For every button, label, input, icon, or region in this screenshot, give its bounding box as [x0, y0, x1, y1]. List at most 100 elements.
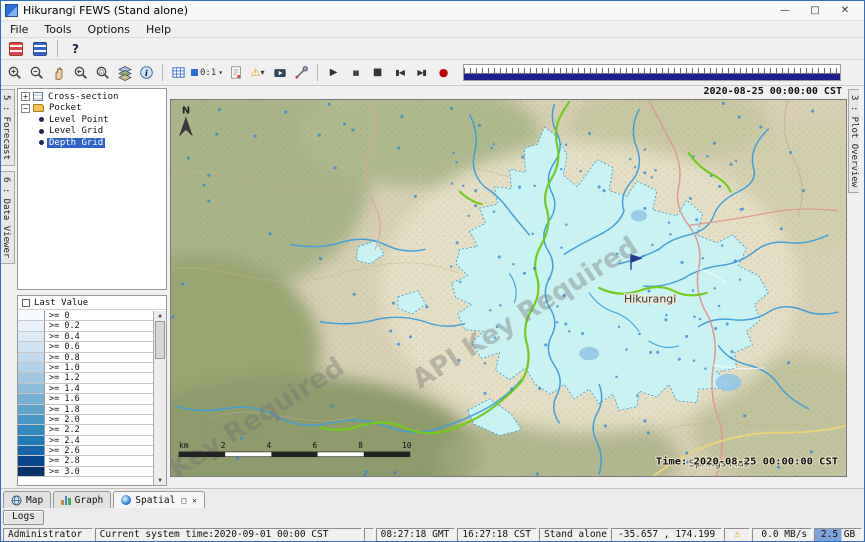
legend-label: >= 1.4 [45, 384, 80, 393]
svg-text:i: i [145, 68, 148, 78]
legend-row: >= 1.4 [18, 384, 153, 394]
layers-icon[interactable] [114, 63, 135, 83]
legend-row: >= 2.0 [18, 415, 153, 425]
legend-label: >= 1.2 [45, 373, 80, 382]
report-icon[interactable] [225, 63, 246, 83]
north-label: N [182, 106, 190, 117]
cross-section-icon [33, 92, 43, 101]
menu-options[interactable]: Options [88, 23, 130, 36]
scroll-up-icon[interactable]: ▲ [158, 311, 162, 320]
play-button[interactable]: ▶ [323, 63, 344, 83]
scroll-down-icon[interactable]: ▼ [158, 476, 162, 485]
timestep-selector[interactable]: 0:1 ▾ [190, 63, 224, 83]
legend-swatch [18, 425, 45, 434]
scale-tick: 6 [312, 441, 317, 450]
legend-swatch [18, 363, 45, 372]
database-icon[interactable] [29, 39, 50, 59]
zoom-out-icon[interactable] [26, 63, 47, 83]
scroll-track[interactable] [154, 320, 166, 476]
timeline-bar [464, 73, 840, 80]
tree-item-label: Depth Grid [47, 138, 105, 148]
scroll-thumb[interactable] [155, 321, 165, 359]
timestep-value: 0:1 [200, 68, 216, 78]
town-label: Hikurangi [624, 293, 676, 306]
last-timestep-button[interactable]: ▶▮ [411, 63, 432, 83]
legend-scrollbar[interactable]: ▲ ▼ [153, 311, 166, 485]
legend-row: >= 0.8 [18, 353, 153, 363]
legend-row: >= 2.4 [18, 436, 153, 446]
tab-forecast[interactable]: 5 : Forecast [1, 89, 15, 166]
tab-plot-overview[interactable]: 3 : Plot Overview [848, 89, 859, 193]
current-datetime: 2020-08-25 00:00:00 CST [704, 86, 842, 97]
tab-graph[interactable]: Graph [53, 491, 111, 508]
layer-dot-icon [39, 117, 44, 122]
logs-button[interactable]: Logs [3, 510, 44, 525]
legend-label: >= 2.4 [45, 436, 80, 445]
menu-tools[interactable]: Tools [44, 23, 71, 36]
layer-dot-icon [39, 140, 44, 145]
legend-header: Last Value [18, 296, 166, 310]
stop-button[interactable]: ■ [367, 63, 388, 83]
close-panel-icon[interactable]: ✕ [190, 496, 197, 505]
tab-data-viewer[interactable]: 6 : Data Viewer [1, 171, 15, 264]
status-warning-icon[interactable]: ⚠ [724, 528, 750, 542]
status-bar: Administrator Current system time:2020-0… [1, 527, 864, 542]
info-icon[interactable]: i [136, 63, 157, 83]
expand-icon[interactable]: + [21, 92, 30, 101]
first-timestep-button[interactable]: ▮◀ [389, 63, 410, 83]
warnings-dropdown[interactable]: ⚠ ▾ [247, 63, 268, 83]
timestep-icon [191, 69, 198, 76]
profile-tool-icon[interactable] [291, 63, 312, 83]
help-button[interactable]: ? [65, 39, 86, 59]
grid-display-icon[interactable] [168, 63, 189, 83]
globe-icon [11, 495, 22, 506]
tree-item-level-grid[interactable]: Level Grid [18, 126, 166, 138]
timeline-slider[interactable] [463, 64, 841, 81]
tab-spatial[interactable]: Spatial □ ✕ [113, 491, 205, 508]
tab-map[interactable]: Map [3, 491, 51, 508]
close-button[interactable]: ✕ [830, 2, 860, 20]
explorer-icon[interactable] [5, 39, 26, 59]
map-column: 2020-08-25 00:00:00 CST [169, 86, 848, 488]
pan-hand-icon[interactable] [48, 63, 69, 83]
legend-label: >= 0.4 [45, 332, 80, 341]
legend-swatch [18, 446, 45, 455]
tree-item-depth-grid[interactable]: Depth Grid [18, 137, 166, 149]
scale-tick: 2 [221, 441, 226, 450]
legend-row: >= 2.8 [18, 456, 153, 466]
right-tab-strip: 3 : Plot Overview [848, 86, 864, 488]
maximize-button[interactable]: □ [800, 2, 830, 20]
zoom-previous-icon[interactable] [70, 63, 91, 83]
tree-item-label: Level Point [47, 115, 111, 125]
zoom-extent-icon[interactable] [92, 63, 113, 83]
tree-item-pocket[interactable]: − Pocket [18, 103, 166, 115]
collapse-icon[interactable]: − [21, 104, 30, 113]
menu-file[interactable]: File [10, 23, 28, 36]
folder-icon [33, 104, 44, 112]
animation-icon[interactable] [269, 63, 290, 83]
scale-tick: 10 [402, 441, 412, 450]
map-datetime-bar: 2020-08-25 00:00:00 CST [169, 86, 848, 99]
legend-swatch [18, 332, 45, 341]
status-local-time: 16:27:18 CST [457, 528, 537, 542]
legend-row: >= 3.0 [18, 467, 153, 477]
window-title: Hikurangi FEWS (Stand alone) [23, 4, 188, 17]
legend-swatch [18, 342, 45, 351]
record-button[interactable]: ● [433, 63, 454, 83]
last-value-checkbox[interactable] [22, 299, 30, 307]
tree-item-cross-section[interactable]: + Cross-section [18, 91, 166, 103]
menu-help[interactable]: Help [146, 23, 171, 36]
legend-row: >= 0.2 [18, 321, 153, 331]
map-canvas[interactable]: Hikurangi Springs Flat API Key Required … [170, 99, 847, 477]
map-time-label: Time: 2020-08-25 00:00:00 CST [656, 456, 838, 468]
pause-button[interactable]: ▮▮ [345, 63, 366, 83]
timeline-ruler [464, 65, 840, 73]
zoom-in-icon[interactable] [4, 63, 25, 83]
minimize-button[interactable]: — [770, 2, 800, 20]
legend-swatch [18, 415, 45, 424]
app-window: Hikurangi FEWS (Stand alone) — □ ✕ File … [0, 0, 865, 542]
tree-item-level-point[interactable]: Level Point [18, 114, 166, 126]
restore-panel-icon[interactable]: □ [179, 496, 186, 505]
title-bar: Hikurangi FEWS (Stand alone) — □ ✕ [1, 1, 864, 21]
chart-icon [61, 495, 71, 505]
